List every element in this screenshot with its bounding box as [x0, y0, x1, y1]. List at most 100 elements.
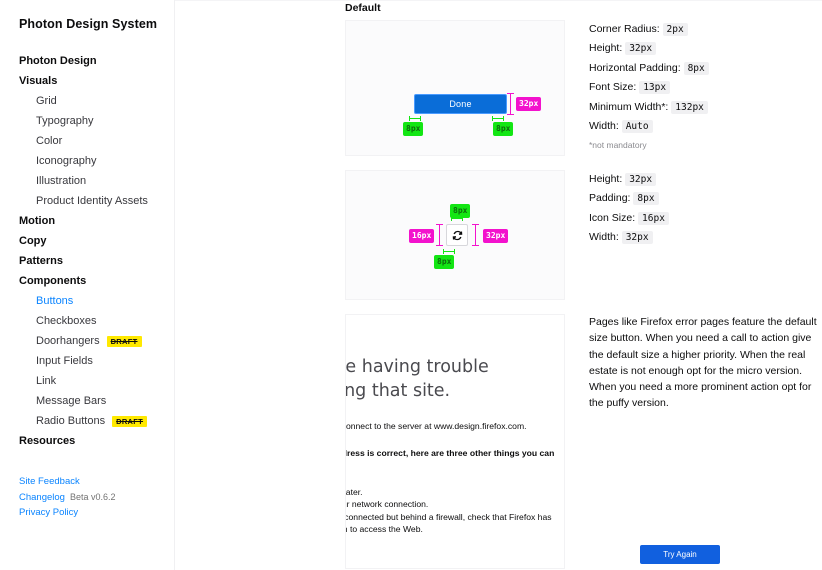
sidebar-item-link[interactable]: Link	[19, 371, 174, 391]
spec-line: Height: 32px	[589, 170, 669, 189]
description-block: Pages like Firefox error pages feature t…	[565, 314, 817, 412]
sidebar-item-input-fields[interactable]: Input Fields	[19, 351, 174, 371]
refresh-icon-button[interactable]	[446, 224, 468, 246]
sidebar-item-radio-buttons[interactable]: Radio Buttons DRAFT	[19, 411, 174, 431]
sidebar-item-iconography[interactable]: Iconography	[19, 151, 174, 171]
specimen-error-page: We’re having trouble finding that site. …	[345, 314, 565, 569]
specs-icon-list: Height: 32px Padding: 8px Icon Size: 16px W…	[565, 170, 669, 248]
sidebar-item-label: Copy	[19, 235, 47, 247]
sidebar-item-visuals[interactable]: Visuals	[19, 71, 174, 91]
icon-padding-bottom-cap-b	[454, 249, 455, 254]
sidebar-item-label: Checkboxes	[36, 315, 97, 327]
sidebar-item-product-identity-assets[interactable]: Product Identity Assets	[19, 191, 174, 211]
spec-line: Corner Radius: 2px	[589, 20, 709, 39]
error-suggestion-line: Check your network connection.	[346, 499, 429, 510]
height-rule-vertical	[510, 93, 511, 115]
specs-default-items: Corner Radius: 2px Height: 32px Horizontal…	[589, 20, 709, 136]
row-icon-button: 8px 8px 16px 32px Height: 32px Padding: 8…	[345, 170, 822, 300]
sidebar-item-label: Message Bars	[36, 395, 107, 407]
sidebar-item-doorhangers[interactable]: Doorhangers DRAFT	[19, 331, 174, 351]
sidebar-item-label: Motion	[19, 215, 56, 227]
changelog-link[interactable]: Changelog	[19, 492, 65, 503]
sidebar-item-illustration[interactable]: Illustration	[19, 171, 174, 191]
specs-default-list: Corner Radius: 2px Height: 32px Horizontal…	[565, 20, 709, 153]
sidebar-item-motion[interactable]: Motion	[19, 211, 174, 231]
sidebar-item-label: Resources	[19, 435, 76, 447]
spec-line: Minimum Width*: 132px	[589, 98, 709, 117]
height-rule-cap-bottom	[507, 114, 514, 115]
sidebar: Photon Design System Photon Design Visual…	[0, 0, 175, 570]
spec-value: 8px	[633, 192, 659, 206]
specs-icon-items: Height: 32px Padding: 8px Icon Size: 16px W…	[589, 170, 669, 248]
draft-badge: DRAFT	[106, 335, 142, 347]
spec-label: Icon Size:	[589, 211, 636, 224]
height-rule-cap-top	[507, 93, 514, 94]
sidebar-footer: Site Feedback Changelog Beta v0.6.2 Priva…	[19, 474, 116, 521]
sidebar-item-label: Doorhangers	[36, 335, 100, 347]
icon-left-rule	[439, 224, 440, 246]
spec-label: Padding:	[589, 192, 631, 205]
spec-line: Padding: 8px	[589, 189, 669, 208]
measure-icon-bottom-label: 8px	[434, 255, 455, 269]
spec-line: Horizontal Padding: 8px	[589, 59, 709, 78]
spec-value: Auto	[621, 120, 653, 134]
spec-value: 2px	[662, 23, 688, 36]
error-suggestion-list: Try again later. Check your network conne…	[345, 486, 558, 536]
sidebar-item-components[interactable]: Components	[19, 271, 174, 291]
spec-value: 132px	[671, 100, 708, 114]
sidebar-item-checkboxes[interactable]: Checkboxes	[19, 311, 174, 331]
padding-left-cap-b	[420, 116, 421, 121]
sidebar-item-grid[interactable]: Grid	[19, 91, 174, 111]
sidebar-item-label: Patterns	[19, 255, 64, 267]
sidebar-item-typography[interactable]: Typography	[19, 111, 174, 131]
changelog-row: Changelog Beta v0.6.2	[19, 490, 116, 506]
specimen-default-button: Done 32px 8px 8px	[345, 20, 565, 156]
sidebar-item-label: Link	[36, 375, 57, 387]
spec-line: Width: 32px	[589, 228, 669, 247]
measure-padding-left-label: 8px	[403, 122, 424, 136]
sidebar-item-label: Color	[36, 135, 63, 147]
spec-line: Width: Auto	[589, 117, 709, 136]
padding-left-cap-a	[409, 116, 410, 121]
draft-badge: DRAFT	[112, 415, 148, 427]
sidebar-item-color[interactable]: Color	[19, 131, 174, 151]
error-suggestion-line: Try again later.	[345, 487, 363, 497]
spec-value: 16px	[638, 211, 669, 225]
measure-icon-left-label: 16px	[409, 229, 435, 243]
spec-value: 32px	[625, 42, 657, 56]
site-feedback-link[interactable]: Site Feedback	[19, 474, 116, 490]
icon-right-rule	[475, 224, 476, 246]
sidebar-item-resources[interactable]: Resources	[19, 431, 174, 451]
sidebar-item-label: Grid	[36, 95, 57, 107]
error-suggestion-line: permission to access the Web.	[346, 524, 423, 535]
measure-icon-top-label: 8px	[450, 204, 471, 218]
page-title: Default	[345, 2, 381, 14]
spec-line: Height: 32px	[589, 39, 709, 58]
spec-value: 13px	[639, 81, 671, 95]
row-default-button: Done 32px 8px 8px Corner Radius: 2px Heig…	[345, 20, 822, 156]
sidebar-item-photon-design[interactable]: Photon Design	[19, 51, 174, 71]
sidebar-item-buttons[interactable]: Buttons	[19, 291, 174, 311]
error-page-content: We’re having trouble finding that site. …	[345, 315, 564, 536]
row-error-page: We’re having trouble finding that site. …	[345, 314, 822, 569]
privacy-policy-link[interactable]: Privacy Policy	[19, 505, 116, 521]
spec-line: Font Size: 13px	[589, 78, 709, 97]
page-root: Photon Design System Photon Design Visual…	[0, 0, 822, 570]
sidebar-item-label: Radio Buttons	[36, 415, 106, 427]
icon-padding-bottom-cap-a	[443, 249, 444, 254]
spec-label: Minimum Width*:	[589, 100, 669, 113]
error-bold-line: If that address is correct, here are thr…	[346, 448, 555, 458]
done-button[interactable]: Done	[414, 94, 507, 114]
spec-value: 32px	[621, 231, 653, 245]
sidebar-item-label: Iconography	[36, 155, 97, 167]
specimen-icon-button: 8px 8px 16px 32px	[345, 170, 565, 300]
sidebar-item-label: Visuals	[19, 75, 58, 87]
sidebar-item-patterns[interactable]: Patterns	[19, 251, 174, 271]
sidebar-item-message-bars[interactable]: Message Bars	[19, 391, 174, 411]
sidebar-item-copy[interactable]: Copy	[19, 231, 174, 251]
sidebar-item-label: Photon Design	[19, 55, 97, 67]
error-heading: We’re having trouble finding that site.	[345, 357, 489, 401]
try-again-button[interactable]: Try Again	[640, 545, 720, 564]
sidebar-item-label: Buttons	[36, 295, 74, 307]
icon-right-cap-a	[472, 224, 479, 225]
